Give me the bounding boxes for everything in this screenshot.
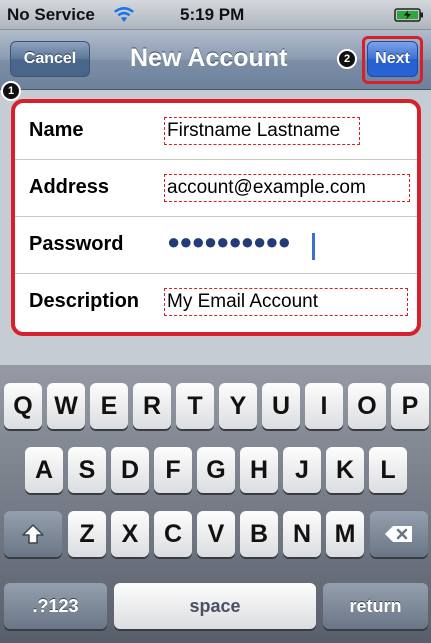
- key-l[interactable]: L: [369, 447, 407, 493]
- key-n[interactable]: N: [283, 511, 321, 557]
- carrier-label: No Service: [7, 5, 95, 24]
- key-x[interactable]: X: [111, 511, 149, 557]
- key-r[interactable]: R: [133, 383, 171, 429]
- delete-icon: [384, 524, 414, 544]
- status-time: 5:19 PM: [180, 5, 245, 24]
- text-caret: [312, 233, 315, 260]
- form-row-password[interactable]: Password ●●●●●●●●●●: [15, 217, 417, 274]
- key-j[interactable]: J: [283, 447, 321, 493]
- name-label: Name: [29, 119, 84, 141]
- key-o[interactable]: O: [348, 383, 386, 429]
- address-field[interactable]: account@example.com: [164, 174, 410, 202]
- key-w[interactable]: W: [47, 383, 85, 429]
- address-label: Address: [29, 176, 110, 198]
- form-row-name[interactable]: Name Firstname Lastname: [15, 103, 417, 160]
- password-field[interactable]: ●●●●●●●●●●: [167, 229, 291, 255]
- shift-key[interactable]: [4, 511, 62, 557]
- form-row-description[interactable]: Description My Email Account: [15, 274, 417, 331]
- key-s[interactable]: S: [68, 447, 106, 493]
- key-c[interactable]: C: [154, 511, 192, 557]
- form-row-address[interactable]: Address account@example.com: [15, 160, 417, 217]
- key-h[interactable]: H: [240, 447, 278, 493]
- key-y[interactable]: Y: [219, 383, 257, 429]
- account-form: Name Firstname Lastname Address account@…: [15, 103, 417, 332]
- password-label: Password: [29, 233, 124, 255]
- key-k[interactable]: K: [326, 447, 364, 493]
- key-e[interactable]: E: [90, 383, 128, 429]
- description-label: Description: [29, 290, 140, 312]
- key-g[interactable]: G: [197, 447, 235, 493]
- page-title: New Account: [130, 44, 288, 72]
- key-m[interactable]: M: [326, 511, 364, 557]
- key-t[interactable]: T: [176, 383, 214, 429]
- key-f[interactable]: F: [154, 447, 192, 493]
- key-v[interactable]: V: [197, 511, 235, 557]
- key-q[interactable]: Q: [4, 383, 42, 429]
- next-button-highlight: [362, 36, 423, 84]
- space-key[interactable]: space: [114, 583, 316, 629]
- keyboard: Q W E R T Y U I O P A S D F G H J K L Z …: [0, 365, 431, 643]
- key-u[interactable]: U: [262, 383, 300, 429]
- key-p[interactable]: P: [391, 383, 429, 429]
- key-d[interactable]: D: [111, 447, 149, 493]
- delete-key[interactable]: [370, 511, 428, 557]
- key-z[interactable]: Z: [68, 511, 106, 557]
- key-a[interactable]: A: [25, 447, 63, 493]
- shift-icon: [21, 522, 45, 546]
- cancel-button[interactable]: Cancel: [10, 41, 90, 77]
- name-field[interactable]: Firstname Lastname: [164, 117, 360, 145]
- status-bar: No Service 5:19 PM: [0, 0, 431, 30]
- callout-badge-2: 2: [337, 49, 357, 69]
- callout-badge-1: 1: [1, 81, 21, 101]
- key-b[interactable]: B: [240, 511, 278, 557]
- description-field[interactable]: My Email Account: [164, 288, 408, 316]
- key-i[interactable]: I: [305, 383, 343, 429]
- numbers-key[interactable]: .?123: [4, 583, 107, 629]
- return-key[interactable]: return: [323, 583, 428, 629]
